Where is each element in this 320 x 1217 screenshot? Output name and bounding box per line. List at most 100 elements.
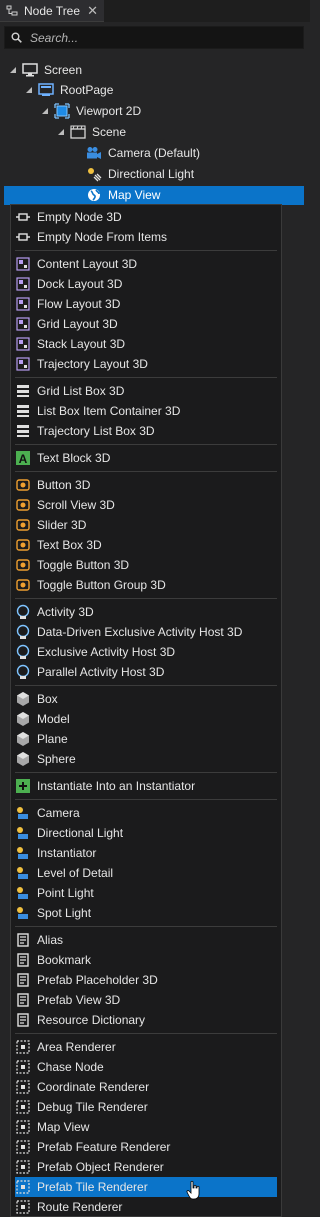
menu-item-grid-list-box-3d[interactable]: Grid List Box 3D [15,381,277,401]
tree-node-directional-light[interactable]: Directional Light [86,164,194,184]
menu-item-label: Parallel Activity Host 3D [37,665,165,679]
tree-node-scene[interactable]: Scene [56,122,126,142]
menu-separator [15,444,277,445]
menu-item-label: Toggle Button Group 3D [37,578,166,592]
tree-node-viewport2d[interactable]: Viewport 2D [40,101,141,121]
menu-item-spot-light[interactable]: Spot Light [15,903,277,923]
close-icon[interactable]: ✕ [87,3,98,19]
expand-arrow-icon[interactable] [40,106,50,116]
menu-item-label: Debug Tile Renderer [37,1100,148,1114]
spot-light-icon [15,905,31,921]
tree-node-label: Screen [44,63,83,77]
menu-item-text-block-3d[interactable]: A Text Block 3D [15,448,277,468]
menu-item-exclusive-activity-host-3d[interactable]: Exclusive Activity Host 3D [15,642,277,662]
bookmark-icon [15,952,31,968]
expand-arrow-icon[interactable] [56,127,66,137]
menu-item-parallel-activity-host-3d[interactable]: Parallel Activity Host 3D [15,662,277,682]
menu-item-empty-node-from-items[interactable]: Empty Node From Items [15,227,277,247]
menu-item-toggle-button-3d[interactable]: Toggle Button 3D [15,555,277,575]
menu-item-label: Stack Layout 3D [37,337,126,351]
menu-item-label: Text Block 3D [37,451,111,465]
menu-item-toggle-button-group-3d[interactable]: Toggle Button Group 3D [15,575,277,595]
tree-node-rootpage[interactable]: RootPage [24,80,113,100]
expand-arrow-icon[interactable] [24,85,34,95]
menu-item-label: Trajectory Layout 3D [37,357,148,371]
tree-node-camera[interactable]: Camera (Default) [86,143,200,163]
menu-item-instantiate-into-an-instantiator[interactable]: Instantiate Into an Instantiator [15,776,277,796]
grid-layout-icon [15,316,31,332]
menu-separator [15,1033,277,1034]
menu-item-instantiator[interactable]: Instantiator [15,843,277,863]
menu-item-trajectory-layout-3d[interactable]: Trajectory Layout 3D [15,354,277,374]
menu-item-box[interactable]: Box [15,689,277,709]
list-box-item-container-icon [15,403,31,419]
menu-item-point-light[interactable]: Point Light [15,883,277,903]
menu-item-level-of-detail[interactable]: Level of Detail [15,863,277,883]
box-icon [15,691,31,707]
menu-item-slider-3d[interactable]: Slider 3D [15,515,277,535]
menu-item-flow-layout-3d[interactable]: Flow Layout 3D [15,294,277,314]
menu-item-prefab-placeholder-3d[interactable]: Prefab Placeholder 3D [15,970,277,990]
menu-item-label: Content Layout 3D [37,257,138,271]
menu-item-label: Exclusive Activity Host 3D [37,645,176,659]
menu-item-label: Camera [37,806,80,820]
menu-item-label: Coordinate Renderer [37,1080,150,1094]
menu-item-label: Grid List Box 3D [37,384,125,398]
dock-layout-icon [15,276,31,292]
menu-item-sphere[interactable]: Sphere [15,749,277,769]
menu-item-camera[interactable]: Camera [15,803,277,823]
mouse-cursor-icon [186,1180,200,1200]
menu-item-prefab-object-renderer[interactable]: Prefab Object Renderer [15,1157,277,1177]
menu-item-resource-dictionary[interactable]: Resource Dictionary [15,1010,277,1030]
menu-item-debug-tile-renderer[interactable]: Debug Tile Renderer [15,1097,277,1117]
menu-item-chase-node[interactable]: Chase Node [15,1057,277,1077]
search-input[interactable] [28,29,292,46]
page-icon [38,82,54,98]
menu-item-model[interactable]: Model [15,709,277,729]
menu-item-content-layout-3d[interactable]: Content Layout 3D [15,254,277,274]
menu-item-area-renderer[interactable]: Area Renderer [15,1037,277,1057]
menu-item-alias[interactable]: Alias [15,930,277,950]
menu-item-label: Dock Layout 3D [37,277,123,291]
menu-item-directional-light[interactable]: Directional Light [15,823,277,843]
content-layout-icon [15,256,31,272]
menu-item-prefab-tile-renderer[interactable]: Prefab Tile Renderer [15,1177,277,1197]
menu-item-label: Scroll View 3D [37,498,115,512]
menu-item-grid-layout-3d[interactable]: Grid Layout 3D [15,314,277,334]
menu-item-label: Prefab Placeholder 3D [37,973,158,987]
menu-item-scroll-view-3d[interactable]: Scroll View 3D [15,495,277,515]
scroll-view-icon [15,497,31,513]
directional-light-icon [15,825,31,841]
menu-item-plane[interactable]: Plane [15,729,277,749]
menu-item-button-3d[interactable]: Button 3D [15,475,277,495]
menu-item-bookmark[interactable]: Bookmark [15,950,277,970]
menu-item-empty-node-3d[interactable]: Empty Node 3D [15,207,277,227]
menu-item-activity-3d[interactable]: Activity 3D [15,602,277,622]
tab-node-tree[interactable]: Node Tree ✕ [0,0,104,22]
prefab-view-icon [15,992,31,1008]
menu-item-coordinate-renderer[interactable]: Coordinate Renderer [15,1077,277,1097]
menu-item-route-renderer[interactable]: Route Renderer [15,1197,277,1217]
menu-item-trajectory-list-box-3d[interactable]: Trajectory List Box 3D [15,421,277,441]
add-node-context-menu: Empty Node 3D Empty Node From Items Conten… [10,204,282,1217]
tree-node-screen[interactable]: Screen [8,60,82,80]
menu-item-text-box-3d[interactable]: Text Box 3D [15,535,277,555]
menu-item-dock-layout-3d[interactable]: Dock Layout 3D [15,274,277,294]
tree-node-label: RootPage [60,83,114,97]
menu-item-prefab-view-3d[interactable]: Prefab View 3D [15,990,277,1010]
menu-item-stack-layout-3d[interactable]: Stack Layout 3D [15,334,277,354]
instantiate-icon [15,778,31,794]
slider-icon [15,517,31,533]
toggle-button-icon [15,557,31,573]
menu-item-data-driven-exclusive-activity-host-3d[interactable]: Data-Driven Exclusive Activity Host 3D [15,622,277,642]
expand-arrow-icon[interactable] [8,65,18,75]
menu-separator [15,772,277,773]
menu-item-map-view[interactable]: Map View [15,1117,277,1137]
menu-separator [15,250,277,251]
menu-item-prefab-feature-renderer[interactable]: Prefab Feature Renderer [15,1137,277,1157]
tree-node-map-view[interactable]: Map View [86,185,160,205]
monitor-icon [22,62,38,78]
level-of-detail-icon [15,865,31,881]
menu-separator [15,598,277,599]
menu-item-list-box-item-container-3d[interactable]: List Box Item Container 3D [15,401,277,421]
